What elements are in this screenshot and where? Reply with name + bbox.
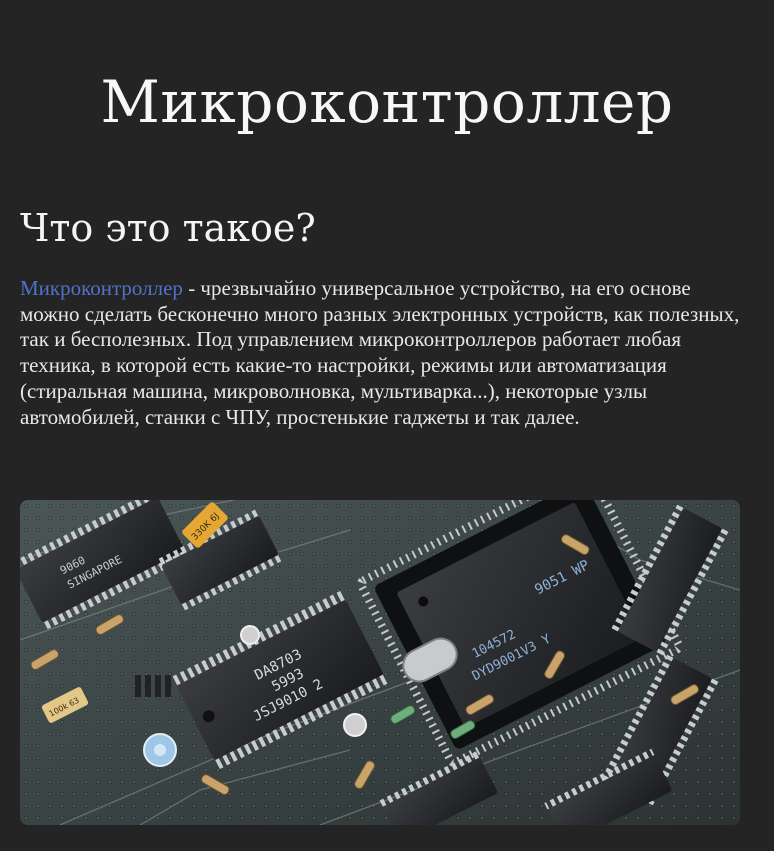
section-heading: Что это такое? xyxy=(20,206,316,250)
page: Микроконтроллер Что это такое? Микроконт… xyxy=(0,0,774,851)
circuit-board-image: 9051 WP 104572 DYD9001V3 Y DA8703 5993 J… xyxy=(20,500,740,825)
intro-paragraph: Микроконтроллер - чрезвычайно универсаль… xyxy=(20,276,750,430)
page-title: Микроконтроллер xyxy=(100,68,674,136)
microcontroller-link[interactable]: Микроконтроллер xyxy=(20,276,183,300)
